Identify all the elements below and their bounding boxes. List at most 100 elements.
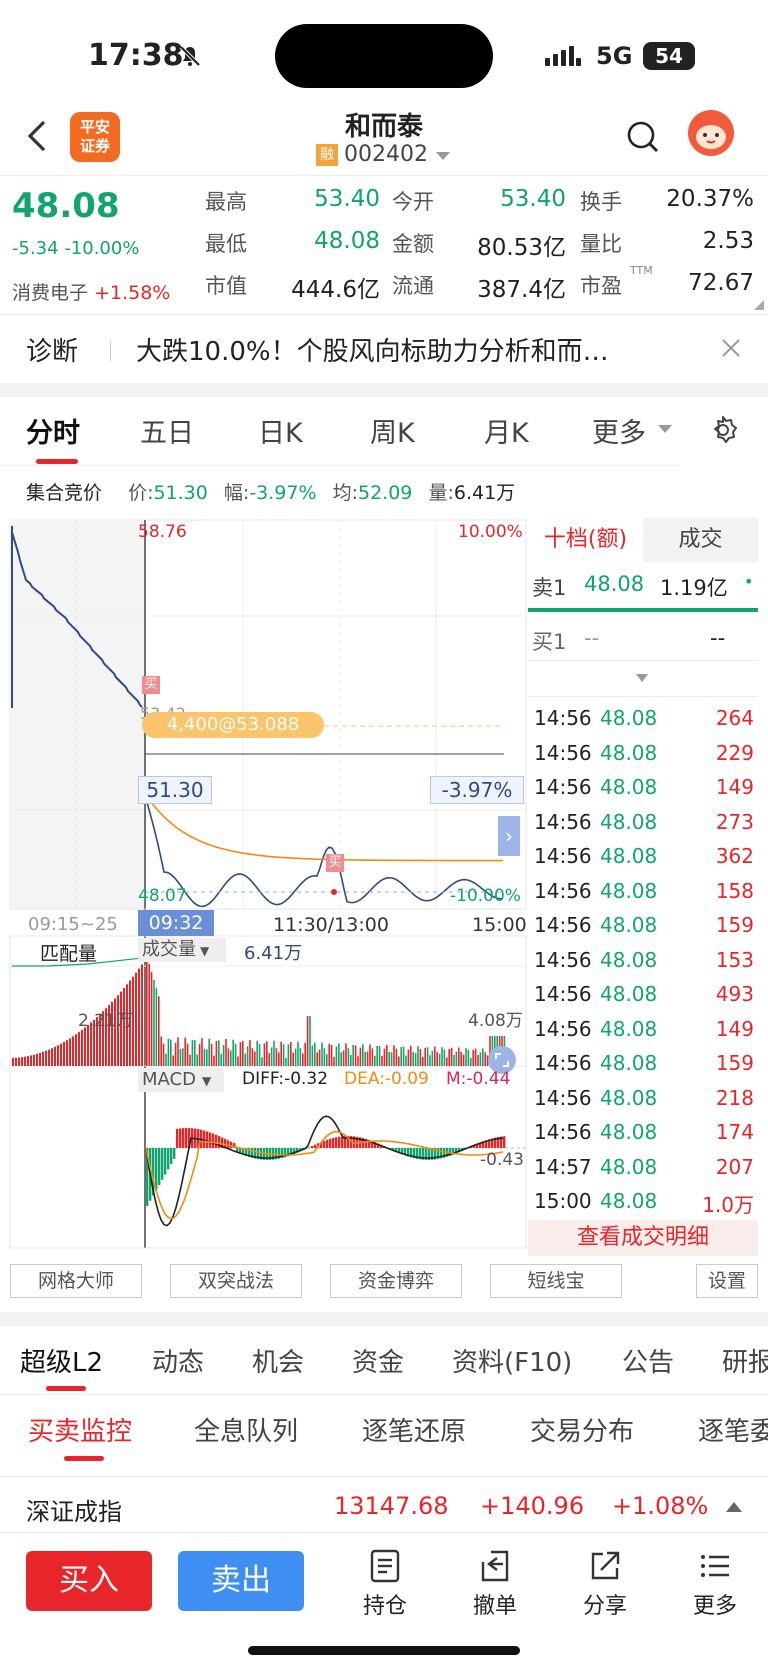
trade-price: 48.08 [600,982,658,1006]
tab-period-4[interactable]: 月K [484,411,529,450]
trade-time: 14:56 [534,740,592,765]
volume-bar [186,1043,189,1066]
volume-bar [218,1040,220,1066]
section-tab-1[interactable]: 动态 [152,1342,204,1379]
volume-bar [210,1043,213,1066]
bottom-action-撤单[interactable]: 撤单 [440,1546,550,1626]
match-volume-bar [66,1040,68,1066]
quote-value: 2.53 [702,228,754,254]
collapse-arrow-icon[interactable] [636,674,648,682]
buy-mark-1: 买 [142,676,160,694]
chart-low-price: 48.07 [138,886,187,906]
trade-marker-tag[interactable]: 4,400@53.088 [142,712,324,738]
volume-bar [429,1055,431,1066]
match-volume-bar [27,1056,29,1066]
volume-bar [254,1051,256,1066]
volume-bar [275,1048,278,1066]
sub-tab-underline [64,1456,104,1461]
trade-time: 14:56 [534,1120,592,1144]
tab-period-0[interactable]: 分时 [26,411,80,450]
section-tab-2[interactable]: 机会 [252,1342,304,1379]
macd-bar [230,1141,233,1148]
search-icon[interactable] [626,120,660,154]
volume-bar [338,1043,340,1066]
buy1-label: 买1 [532,630,567,654]
chevron-down-icon: ▼ [200,944,210,958]
sub-tab-2[interactable]: 逐笔还原 [362,1411,466,1448]
chevron-up-icon [726,1502,742,1512]
volume-bar [194,1039,196,1066]
match-volume-bar [138,968,140,1066]
intraday-chart[interactable]: 58.76 10.00% 48.07 -10.00% 53.42 4,400@5… [8,518,528,1254]
current-price: 48.08 [12,186,120,226]
match-volume-bar [60,1043,62,1066]
volume-bar [206,1049,208,1066]
macd-tab[interactable]: MACD ▼ [138,1068,224,1092]
sell-button[interactable]: 卖出 [178,1551,304,1611]
stock-code-row[interactable]: 融 002402 [316,142,456,170]
diagnosis-text: 大跌10.0%！个股风向标助力分析和而… [136,337,609,367]
trade-volume: 1.0万 [702,1193,754,1217]
tools-settings-button[interactable]: 设置 [696,1264,758,1298]
section-tab-3[interactable]: 资金 [352,1342,404,1379]
volume-bar [225,1039,227,1066]
macd-bar [326,1139,329,1148]
tool-button-1[interactable]: 双突战法 [170,1264,302,1298]
index-pct: +1.08% [612,1492,709,1520]
price-change: -5.34 [12,238,59,259]
volume-bar [208,1038,210,1066]
expand-panel-button[interactable]: › [498,816,520,856]
volume-bar [201,1038,203,1066]
tool-button-2[interactable]: 资金博弈 [330,1264,462,1298]
bottom-action-分享[interactable]: 分享 [550,1546,660,1626]
quote-value: 20.37% [666,186,754,212]
volume-bar [479,1052,482,1066]
tab-period-1[interactable]: 五日 [140,411,194,450]
section-tab-0[interactable]: 超级L2 [20,1342,103,1379]
index-bar[interactable]: 深证成指 13147.68 +140.96 +1.08% [0,1480,768,1532]
trade-price: 48.08 [600,1120,658,1144]
macd-bar [206,1131,209,1148]
quote-value: 444.6亿 [291,277,380,303]
price-change-row: -5.34 -10.00% [12,238,139,259]
buy-button[interactable]: 买入 [26,1551,152,1611]
volume-bar [287,1044,290,1066]
volume-bar [470,1057,472,1066]
gear-icon[interactable] [708,415,738,445]
volume-bar [366,1051,369,1066]
match-volume-bar [21,1057,23,1066]
volume-bar [453,1055,455,1066]
macd-bar [173,1148,176,1159]
avatar[interactable] [688,110,734,156]
sub-tab-1[interactable]: 全息队列 [194,1411,298,1448]
tool-button-0[interactable]: 网格大师 [10,1264,142,1298]
tab-trades[interactable]: 成交 [643,518,758,562]
tab-period-3[interactable]: 周K [370,411,415,450]
volume-tab[interactable]: 成交量 ▼ [138,938,226,962]
tool-button-3[interactable]: 短线宝 [490,1264,622,1298]
section-tab-5[interactable]: 公告 [622,1342,674,1379]
section-tab-6[interactable]: 研报 [722,1342,768,1379]
tab-period-5[interactable]: 更多 [592,411,646,450]
sector-row[interactable]: 消费电子 +1.58% [12,278,170,305]
close-icon[interactable] [720,337,742,359]
tab-ten-levels[interactable]: 十档(额) [528,518,643,562]
section-tab-4[interactable]: 资料(F10) [452,1342,572,1379]
bottom-icon-bar: 持仓 撤单 分享 更多 [330,1546,768,1626]
tab-period-2[interactable]: 日K [258,411,303,450]
volume-bar [321,1042,323,1066]
bottom-action-更多[interactable]: 更多 [660,1546,768,1626]
sub-tab-0[interactable]: 买卖监控 [28,1411,132,1448]
macd-diff: DIFF:-0.32 [242,1069,329,1089]
trade-detail-link[interactable]: 查看成交明细 [528,1220,758,1256]
diagnosis-bar[interactable]: 诊断 大跌10.0%！个股风向标助力分析和而… [0,315,768,383]
sub-tab-3[interactable]: 交易分布 [530,1411,634,1448]
volume-bar [170,1039,172,1066]
volume-bar [196,1054,198,1066]
macd-bar [185,1128,188,1148]
quote-value: 53.40 [500,186,566,212]
trade-row: 14:56 48.08 273 [528,806,758,840]
sub-tab-4[interactable]: 逐笔委托 [698,1411,768,1448]
match-volume-bar [141,964,143,1066]
bottom-action-持仓[interactable]: 持仓 [330,1546,440,1626]
